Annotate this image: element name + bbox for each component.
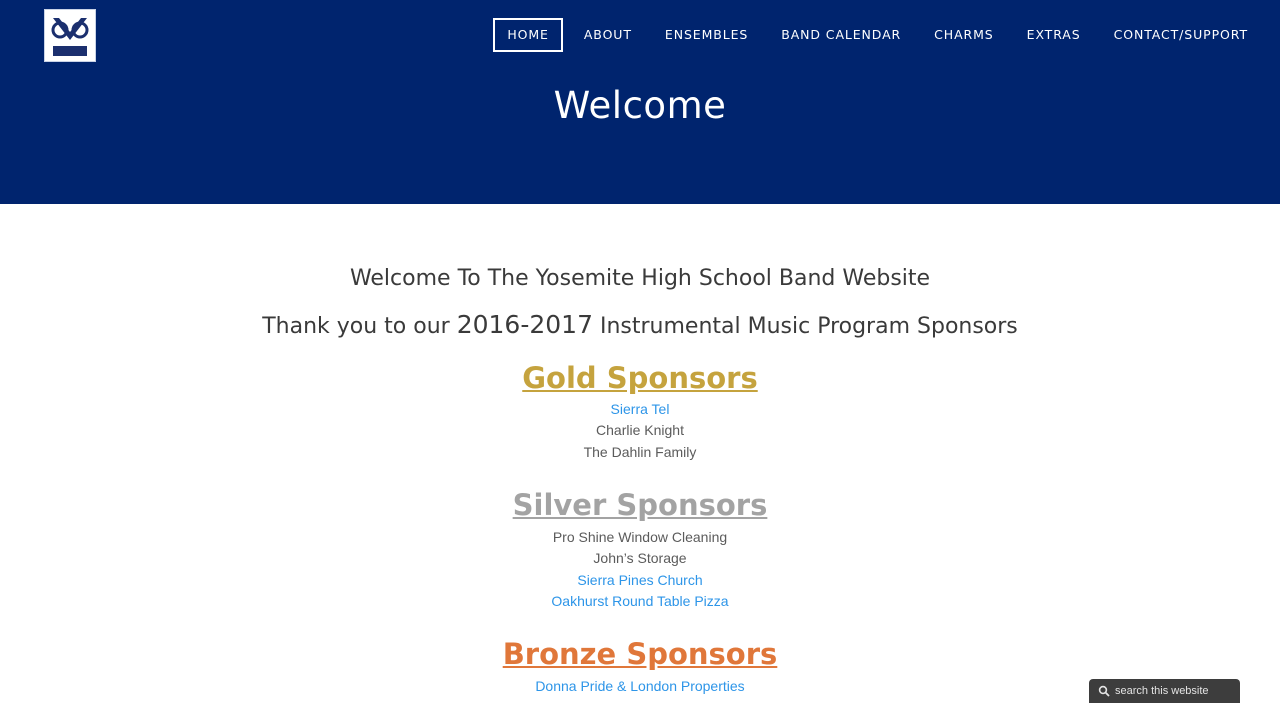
- sponsor-link[interactable]: Sierra Tel: [0, 399, 1280, 420]
- logo-emblem-icon: [45, 10, 95, 61]
- thanks-year: 2016-2017: [456, 310, 593, 339]
- main-nav: HOME ABOUT ENSEMBLES BAND CALENDAR CHARM…: [484, 18, 1260, 52]
- nav-item-home[interactable]: HOME: [493, 18, 563, 52]
- nav-item-charms[interactable]: CHARMS: [922, 18, 1005, 52]
- nav-item-contact-support[interactable]: CONTACT/SUPPORT: [1102, 18, 1260, 52]
- gold-sponsors-list: Sierra Tel Charlie Knight The Dahlin Fam…: [0, 399, 1280, 463]
- silver-sponsors-heading[interactable]: Silver Sponsors: [0, 488, 1280, 522]
- welcome-heading: Welcome To The Yosemite High School Band…: [349, 266, 931, 291]
- thanks-prefix: Thank you to our: [262, 314, 457, 339]
- sponsor-name: Pro Shine Window Cleaning: [552, 529, 728, 545]
- nav-item-extras[interactable]: EXTRAS: [1015, 18, 1093, 52]
- gold-sponsors-heading[interactable]: Gold Sponsors: [0, 361, 1280, 395]
- thanks-suffix: Instrumental Music Program Sponsors: [592, 314, 1018, 339]
- nav-item-band-calendar[interactable]: BAND CALENDAR: [769, 18, 913, 52]
- nav-item-ensembles[interactable]: ENSEMBLES: [653, 18, 760, 52]
- band-logo[interactable]: [44, 9, 96, 62]
- bronze-sponsors-heading[interactable]: Bronze Sponsors: [0, 637, 1280, 671]
- sponsor-name: John’s Storage: [593, 550, 687, 567]
- sponsor-name: The Dahlin Family: [583, 443, 697, 460]
- sponsor-name: Charlie Knight: [596, 422, 684, 439]
- bronze-sponsors-list: Donna Pride & London Properties: [0, 676, 1280, 697]
- search-icon: [1098, 685, 1110, 697]
- sponsor-link[interactable]: Oakhurst Round Table Pizza: [0, 591, 1280, 612]
- search-placeholder: search this website: [1115, 685, 1209, 697]
- sponsor-link[interactable]: Sierra Pines Church: [0, 570, 1280, 591]
- nav-item-about[interactable]: ABOUT: [572, 18, 644, 52]
- sponsor-link[interactable]: Donna Pride & London Properties: [0, 676, 1280, 697]
- search-input[interactable]: search this website: [1089, 679, 1240, 703]
- silver-sponsors-list: Pro Shine Window Cleaning John’s Storage…: [0, 527, 1280, 612]
- site-header: HOME ABOUT ENSEMBLES BAND CALENDAR CHARM…: [0, 0, 1280, 204]
- page-title: Welcome: [553, 84, 727, 127]
- thanks-heading: Thank you to our 2016-2017 Instrumental …: [0, 310, 1280, 339]
